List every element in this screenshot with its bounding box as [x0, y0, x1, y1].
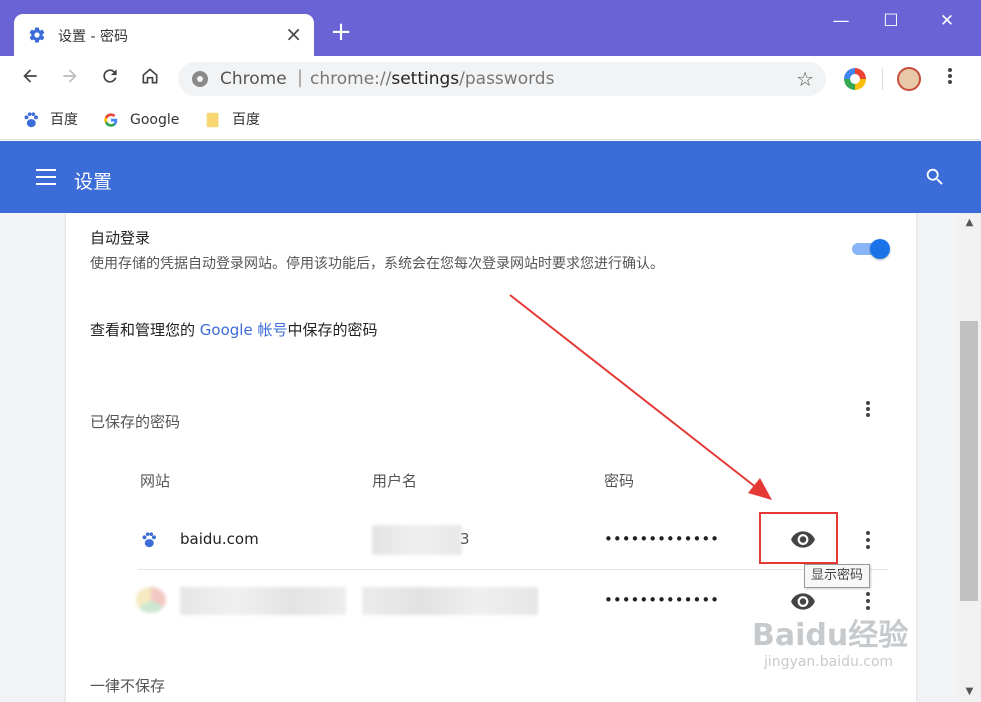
manage-prefix: 查看和管理您的 — [90, 321, 200, 339]
chrome-site-icon — [192, 71, 208, 87]
manage-google-account-text: 查看和管理您的 Google 帐号中保存的密码 — [90, 319, 377, 340]
scroll-down-arrow-icon[interactable]: ▼ — [958, 684, 981, 700]
url-text: chrome://settings/passwords — [310, 69, 554, 89]
manage-suffix: 中保存的密码 — [287, 321, 378, 339]
page-title: 设置 — [74, 171, 113, 193]
never-saved-heading: 一律不保存 — [90, 677, 166, 695]
site-redacted — [180, 587, 346, 615]
bookmarks-bar: 百度 Google 百度 — [0, 102, 981, 140]
row-divider — [138, 569, 888, 570]
show-password-tooltip: 显示密码 — [804, 564, 871, 588]
column-header-username: 用户名 — [372, 472, 418, 490]
bookmark-baidu[interactable]: 百度 — [22, 110, 78, 132]
google-account-link[interactable]: Google 帐号 — [200, 321, 288, 339]
row-more-actions-icon[interactable] — [860, 590, 876, 612]
extension-ring-icon[interactable] — [844, 68, 866, 90]
tab-close-icon[interactable]: × — [285, 23, 302, 45]
auto-signin-toggle[interactable] — [852, 239, 890, 259]
show-password-highlight-box — [759, 512, 838, 564]
password-masked: ••••••••••••• — [604, 591, 720, 609]
scroll-up-arrow-icon[interactable]: ▲ — [958, 215, 981, 231]
reload-icon[interactable] — [98, 66, 122, 90]
row-more-actions-icon[interactable] — [860, 529, 876, 551]
auto-signin-title: 自动登录 — [90, 229, 151, 247]
url-host: settings — [391, 69, 460, 89]
profile-avatar[interactable] — [897, 67, 921, 91]
site-favicon-redacted — [136, 587, 166, 613]
bookmark-label: 百度 — [232, 112, 260, 128]
page-scrollbar[interactable]: ▲ ▼ — [958, 213, 981, 702]
chrome-menu-icon[interactable] — [940, 66, 960, 90]
baidu-paw-icon — [142, 532, 156, 548]
saved-passwords-heading: 已保存的密码 — [90, 413, 181, 431]
url-prefix: chrome:// — [310, 69, 392, 89]
username-redacted — [372, 525, 462, 555]
baidu-paw-icon — [24, 112, 38, 128]
bookmark-label: Google — [130, 112, 180, 128]
show-password-eye-icon[interactable] — [790, 592, 816, 610]
row-site-text: baidu.com — [180, 530, 259, 548]
google-g-icon — [104, 113, 118, 127]
new-tab-button[interactable]: + — [328, 19, 354, 46]
tab-settings-passwords[interactable]: 设置 - 密码 × — [14, 14, 314, 56]
back-icon[interactable] — [18, 66, 42, 90]
auto-signin-description: 使用存储的凭据自动登录网站。停用该功能后，系统会在您每次登录网站时要求您进行确认… — [90, 256, 664, 272]
saved-passwords-more-icon[interactable] — [860, 399, 876, 419]
gear-icon — [29, 27, 45, 43]
hamburger-menu-icon[interactable] — [36, 169, 56, 185]
window-close-button[interactable]: ✕ — [924, 8, 970, 36]
minimize-button[interactable]: — — [818, 8, 864, 36]
password-masked: ••••••••••••• — [604, 530, 720, 548]
toolbar-divider — [882, 68, 883, 90]
home-icon[interactable] — [138, 66, 162, 90]
column-header-password: 密码 — [604, 472, 635, 490]
settings-header: 设置 — [0, 141, 981, 213]
scrollbar-thumb[interactable] — [960, 321, 978, 601]
username-redacted — [362, 587, 538, 615]
bookmark-google[interactable]: Google — [102, 110, 179, 132]
tab-title: 设置 - 密码 — [58, 29, 128, 45]
url-path: /passwords — [459, 69, 555, 89]
column-header-site: 网站 — [140, 472, 171, 490]
maximize-button[interactable]: ☐ — [868, 8, 914, 36]
watermark-sub: jingyan.baidu.com — [764, 654, 894, 670]
bookmark-folder-baidu[interactable]: 百度 — [204, 110, 260, 132]
forward-icon[interactable] — [58, 66, 82, 90]
username-visible-suffix: 3 — [460, 530, 470, 548]
search-icon[interactable] — [924, 166, 946, 188]
bookmark-star-icon[interactable]: ☆ — [796, 67, 814, 91]
browser-window: 设置 - 密码 × + — ☐ ✕ Chrome | chrome://sett… — [0, 0, 981, 702]
bookmark-label: 百度 — [50, 112, 78, 128]
folder-icon — [206, 112, 219, 128]
origin-separator: | — [297, 67, 304, 88]
address-bar[interactable]: Chrome | chrome://settings/passwords ☆ — [178, 62, 826, 96]
title-bar: 设置 - 密码 × + — ☐ ✕ — [0, 0, 981, 56]
origin-chip: Chrome — [220, 69, 287, 89]
baidu-jingyan-watermark: Baidu经验 jingyan.baidu.com — [752, 610, 942, 680]
browser-toolbar: Chrome | chrome://settings/passwords ☆ — [0, 56, 981, 102]
watermark-main: Baidu经验 — [752, 618, 909, 653]
